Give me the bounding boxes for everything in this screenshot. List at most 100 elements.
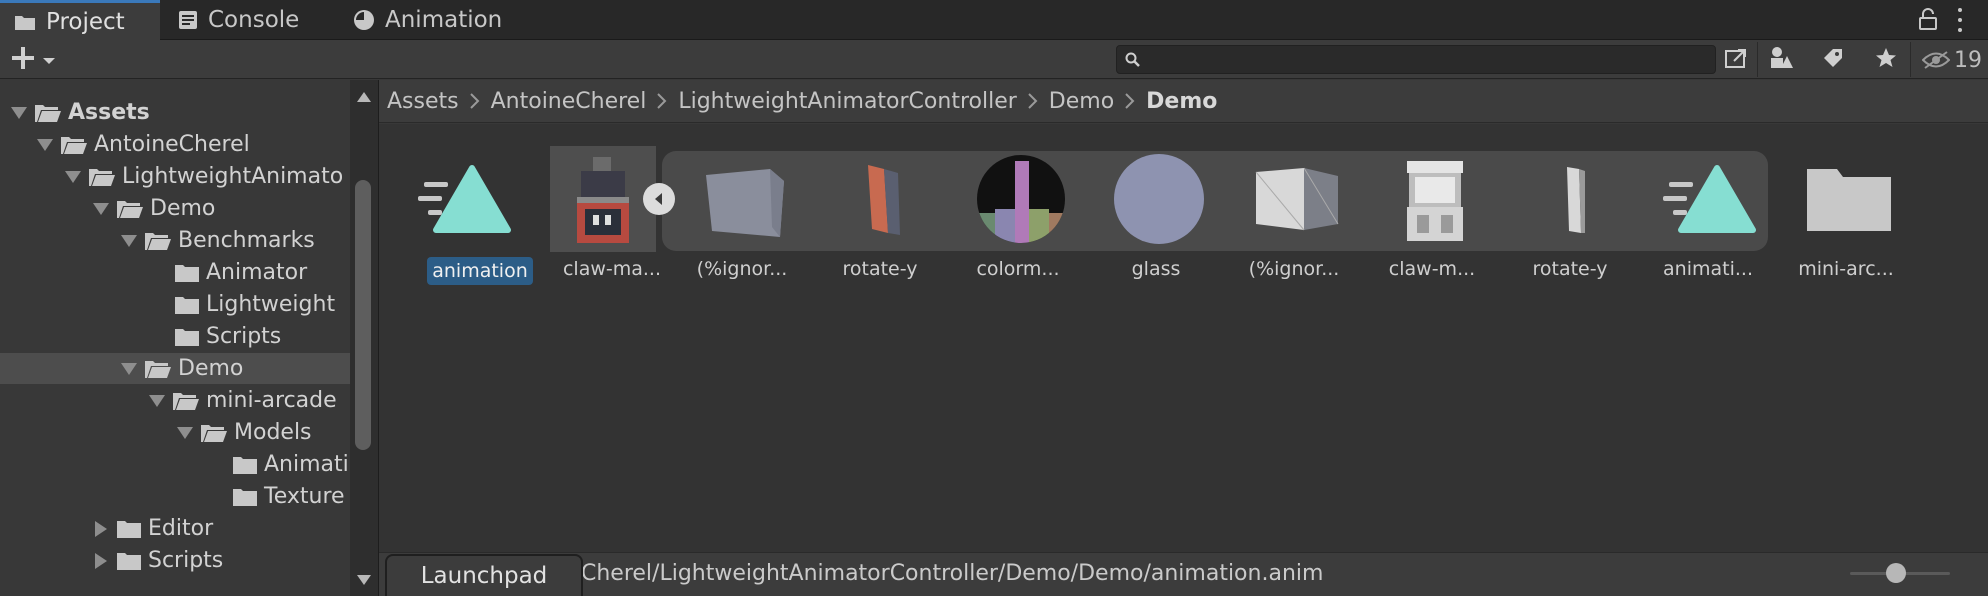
tree-item-demo-selected[interactable]: Demo (0, 353, 350, 384)
scrollbar-thumb[interactable] (355, 180, 371, 450)
expanded-arrow-icon[interactable] (176, 424, 194, 442)
tree-item-assets[interactable]: Assets (0, 97, 350, 128)
tree-item-lightweight[interactable]: Lightweight (0, 289, 350, 320)
tree-item-antoinecherel[interactable]: AntoineCherel (0, 129, 350, 160)
tree-item-mini-arcade[interactable]: mini-arcade (0, 385, 350, 416)
claw-machine-mesh-icon (1382, 146, 1488, 252)
eye-icon (1922, 51, 1950, 69)
collapsed-arrow-icon[interactable] (92, 552, 110, 570)
plus-icon (10, 45, 36, 75)
expanded-arrow-icon[interactable] (120, 232, 138, 250)
search-icon (1125, 52, 1141, 72)
tree-item-label: Demo (178, 356, 244, 381)
tab-console-label: Console (208, 7, 300, 33)
tree-item-label: Benchmarks (178, 228, 315, 253)
asset-item-colormap[interactable]: colorm... (948, 146, 1078, 296)
breadcrumb-item-demo-current[interactable]: Demo (1146, 89, 1217, 114)
folder-icon (232, 486, 258, 508)
launchpad-tab[interactable]: Launchpad (385, 554, 583, 596)
search-input[interactable] (1149, 48, 1704, 71)
shapes-filter-icon (1769, 46, 1795, 74)
asset-label: claw-m... (1388, 258, 1476, 280)
asset-item-animation-clip[interactable]: animati... (1638, 146, 1768, 296)
tree-item-animations[interactable]: Animati (0, 449, 350, 480)
tree-item-scripts[interactable]: Scripts (0, 321, 350, 352)
lock-icon[interactable] (1918, 8, 1938, 30)
expanded-arrow-icon[interactable] (64, 168, 82, 186)
hidden-packages-toggle[interactable]: 19 (1922, 45, 1982, 75)
folder-icon (116, 550, 142, 572)
zoom-slider-handle[interactable] (1886, 563, 1906, 583)
asset-item-rotate-y-mesh[interactable]: rotate-y (1500, 146, 1630, 296)
chevron-right-icon (469, 93, 480, 109)
arcade-machine-prefab-icon (550, 146, 656, 252)
tree-item-animator[interactable]: Animator (0, 257, 350, 288)
tab-project[interactable]: Project (0, 0, 160, 40)
tree-item-lightweightanimatorcontroller[interactable]: LightweightAnimato (0, 161, 350, 192)
tree-item-editor[interactable]: Editor (0, 513, 350, 544)
asset-label: claw-ma... (562, 258, 662, 280)
asset-item-mini-arcade-folder[interactable]: mini-arc... (1776, 146, 1906, 296)
asset-label: animati... (1663, 258, 1753, 280)
tree-item-label: AntoineCherel (94, 132, 250, 157)
expanded-arrow-icon[interactable] (92, 200, 110, 218)
asset-item-animation[interactable]: animation (393, 146, 533, 296)
breadcrumb-item-demo[interactable]: Demo (1049, 89, 1114, 114)
animation-clip-icon (413, 146, 519, 252)
folder-icon (1796, 146, 1902, 252)
folder-icon (116, 518, 142, 540)
scroll-up-arrow-icon[interactable] (357, 92, 371, 102)
collapse-prefab-arrow-icon[interactable] (643, 183, 675, 215)
asset-item-rotate-y[interactable]: rotate-y (810, 146, 940, 296)
asset-item-ignored-plane[interactable]: (%ignor... (1224, 146, 1354, 296)
expanded-arrow-icon[interactable] (10, 104, 28, 122)
open-window-icon (1724, 47, 1748, 73)
chevron-down-icon (42, 51, 56, 70)
breadcrumb: Assets AntoineCherel LightweightAnimator… (379, 80, 1988, 123)
tab-project-label: Project (46, 8, 125, 35)
animation-clip-icon (1658, 146, 1764, 252)
tree-item-label: Models (234, 420, 312, 445)
folder-icon (232, 454, 258, 476)
expanded-arrow-icon[interactable] (120, 360, 138, 378)
tree-item-label: Texture (264, 484, 345, 509)
filter-by-label-button[interactable] (1813, 44, 1853, 75)
tab-animation[interactable]: Animation (353, 0, 502, 40)
add-asset-button[interactable] (10, 47, 66, 73)
tree-item-label: Scripts (148, 548, 224, 573)
asset-item-claw-machine-mesh[interactable]: claw-m... (1362, 146, 1492, 296)
tree-item-textures[interactable]: Texture (0, 481, 350, 512)
breadcrumb-item-assets[interactable]: Assets (387, 89, 459, 114)
thin-panel-mesh-icon (1520, 146, 1626, 252)
asset-item-ignored-cube[interactable]: (%ignor... (672, 146, 802, 296)
tree-item-demo[interactable]: Demo (0, 193, 350, 224)
tab-console[interactable]: Console (178, 0, 299, 40)
collapsed-arrow-icon[interactable] (92, 520, 110, 538)
open-folder-icon (34, 102, 62, 124)
expanded-arrow-icon[interactable] (148, 392, 166, 410)
launchpad-label: Launchpad (420, 563, 548, 589)
folder-icon (174, 326, 200, 348)
expanded-arrow-icon[interactable] (36, 136, 54, 154)
folder-icon (14, 13, 36, 31)
colormap-sphere-icon (968, 146, 1074, 252)
asset-label: rotate-y (842, 258, 918, 280)
chevron-right-icon (657, 93, 667, 109)
scroll-down-arrow-icon[interactable] (357, 575, 371, 585)
tree-item-benchmarks[interactable]: Benchmarks (0, 225, 350, 256)
tree-item-label: Scripts (206, 324, 282, 349)
kebab-menu-icon[interactable] (1955, 8, 1965, 32)
favorites-button[interactable] (1866, 44, 1906, 75)
tree-item-scripts-root[interactable]: Scripts (0, 545, 350, 576)
breadcrumb-item-antoinecherel[interactable]: AntoineCherel (491, 89, 647, 114)
toolbar-divider (1910, 42, 1911, 77)
search-by-type-button[interactable] (1716, 44, 1756, 75)
tree-scrollbar[interactable] (350, 80, 378, 596)
filter-by-type-button[interactable] (1762, 44, 1802, 75)
asset-item-claw-machine-prefab[interactable]: claw-ma... (530, 146, 661, 296)
asset-item-glass[interactable]: glass (1086, 146, 1216, 296)
tab-animation-label: Animation (385, 7, 503, 33)
tree-item-models[interactable]: Models (0, 417, 350, 448)
breadcrumb-item-lightweightanimatorcontroller[interactable]: LightweightAnimatorController (678, 89, 1016, 114)
search-field[interactable] (1116, 45, 1716, 74)
